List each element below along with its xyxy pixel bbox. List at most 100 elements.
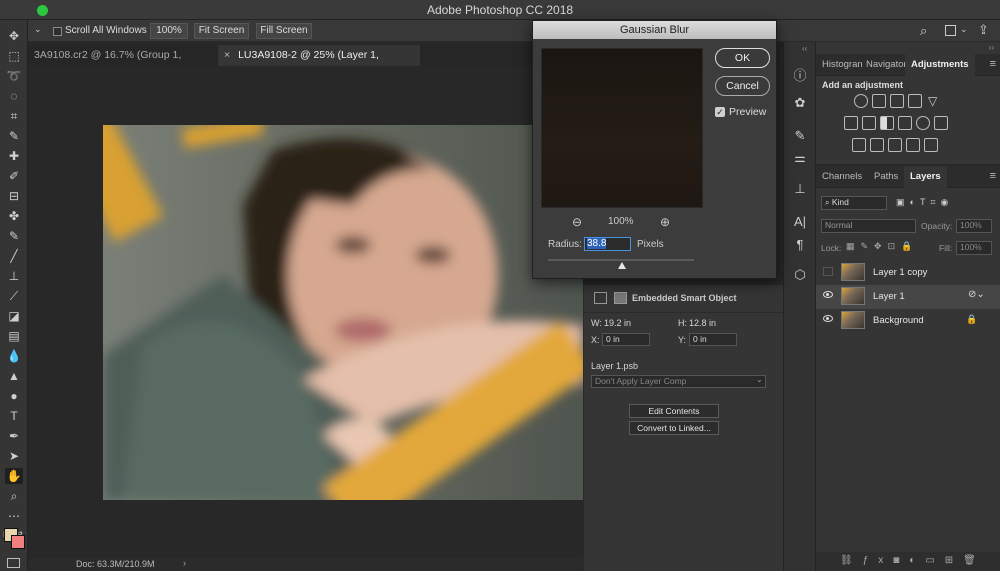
mask-icon[interactable] — [614, 292, 627, 304]
color-balance-icon[interactable] — [862, 116, 876, 130]
close-tab-icon[interactable]: × — [224, 49, 230, 61]
workspace-icon[interactable] — [945, 25, 956, 36]
tool-preset-chevron-icon[interactable]: ⌄ — [34, 24, 42, 35]
hand-tool-icon[interactable]: ✋ — [5, 468, 23, 484]
preview-checkbox[interactable]: ✓ — [715, 107, 725, 117]
fill-field[interactable]: 100% — [956, 241, 992, 255]
y-field[interactable]: 0 in — [689, 333, 737, 346]
path-selection-tool-icon[interactable]: ➤ — [5, 448, 23, 464]
lock-options-icons[interactable]: ▦✎✥⊡🔒 — [846, 241, 918, 252]
zoom-100-button[interactable]: 100% — [150, 23, 188, 39]
sliders-icon[interactable]: ⚌ — [791, 149, 809, 167]
brush-tool-icon[interactable]: ✐ — [5, 168, 23, 184]
layer-filter-icons[interactable]: ▣◐T⌗◉ — [896, 197, 996, 209]
zoom-tool-icon[interactable]: ⌕ — [5, 488, 23, 504]
clone-stamp-tool-icon[interactable]: ⊟ — [5, 188, 23, 204]
zoom-in-icon[interactable]: ⊕ — [660, 215, 670, 229]
layer-comp-select[interactable]: Don't Apply Layer Comp — [591, 375, 766, 388]
radius-input[interactable]: 38.8 — [584, 237, 631, 251]
eye-icon[interactable] — [823, 315, 833, 322]
gradient-map-icon[interactable] — [906, 138, 920, 152]
tab-paths[interactable]: Paths — [868, 166, 904, 188]
blur-preview[interactable] — [541, 48, 703, 208]
eye-icon[interactable] — [823, 291, 833, 298]
status-menu-chevron-icon[interactable]: › — [183, 558, 186, 568]
posterize-icon[interactable] — [870, 138, 884, 152]
info-icon[interactable]: ⓘ — [791, 65, 809, 83]
3d-icon[interactable]: ⬡ — [791, 266, 809, 284]
black-white-icon[interactable] — [880, 116, 894, 130]
threshold-icon[interactable] — [888, 138, 902, 152]
gradient-tool-icon[interactable]: ▤ — [5, 328, 23, 344]
zoom-out-icon[interactable]: ⊖ — [572, 215, 582, 229]
more-tools-icon[interactable]: ⋯ — [5, 508, 23, 524]
healing-brush-tool-icon[interactable]: ✚ — [5, 148, 23, 164]
x-field[interactable]: 0 in — [602, 333, 650, 346]
cancel-button[interactable]: Cancel — [715, 76, 770, 96]
invert-icon[interactable] — [852, 138, 866, 152]
dodge-tool-icon[interactable]: ● — [5, 388, 23, 404]
layer-row[interactable]: Layer 1 ⊘⌄ — [816, 285, 1000, 309]
selective-color-icon[interactable] — [924, 138, 938, 152]
collapse-panels-icon[interactable]: ‹‹ — [802, 44, 807, 53]
layer-row[interactable]: Layer 1 copy — [816, 261, 1000, 285]
move-tool-icon[interactable]: ✥ — [5, 28, 23, 44]
hue-saturation-icon[interactable] — [844, 116, 858, 130]
paragraph-icon[interactable]: ¶ — [791, 235, 809, 253]
tab-document-2[interactable]: × LU3A9108-2 @ 25% (Layer 1, RGB/8*) * — [218, 45, 420, 82]
history-brush-tool-icon[interactable]: ✤ — [5, 208, 23, 224]
search-icon[interactable]: ⌕ — [920, 23, 927, 39]
layer-name[interactable]: Background — [873, 315, 924, 326]
scroll-all-windows-checkbox[interactable] — [53, 27, 62, 36]
fill-screen-button[interactable]: Fill Screen — [256, 23, 312, 39]
channel-mixer-icon[interactable] — [916, 116, 930, 130]
eraser-tool-icon[interactable]: ✎ — [5, 228, 23, 244]
eraser-icon[interactable]: ◪ — [5, 308, 23, 324]
document-canvas-image[interactable] — [103, 125, 583, 500]
blend-mode-select[interactable]: Normal — [821, 219, 916, 233]
edit-contents-button[interactable]: Edit Contents — [629, 404, 719, 418]
pen-tool-icon[interactable]: ✒ — [5, 428, 23, 444]
quick-mask-icon[interactable] — [7, 558, 20, 568]
crop-tool-icon[interactable]: ⌗ — [5, 108, 23, 124]
layer-row[interactable]: Background 🔒 — [816, 309, 1000, 333]
tab-adjustments[interactable]: Adjustments — [905, 54, 975, 76]
marquee-tool-icon[interactable]: ⬚ — [5, 48, 23, 64]
photo-filter-icon[interactable] — [898, 116, 912, 130]
share-icon[interactable]: ⇪ — [978, 22, 989, 38]
filter-kind-select[interactable]: ⌕ Kind — [821, 196, 887, 210]
panel-menu-icon[interactable]: ≡ — [990, 170, 996, 182]
layer-name[interactable]: Layer 1 copy — [873, 267, 927, 278]
radius-slider-track[interactable] — [548, 259, 694, 261]
layer-name[interactable]: Layer 1 — [873, 291, 905, 302]
convert-to-linked-button[interactable]: Convert to Linked... — [629, 421, 719, 435]
curves-icon[interactable] — [890, 94, 904, 108]
brush-settings-icon[interactable]: ✎ — [791, 127, 809, 145]
radius-slider-thumb[interactable] — [618, 262, 626, 269]
opacity-field[interactable]: 100% — [956, 219, 992, 233]
ok-button[interactable]: OK — [715, 48, 770, 68]
type-tool-icon[interactable]: T — [5, 408, 23, 424]
height-value[interactable]: 12.8 in — [689, 318, 716, 328]
mixer-brush-tool-icon[interactable]: ⟋ — [5, 288, 23, 304]
tab-layers[interactable]: Layers — [904, 166, 947, 188]
lasso-tool-icon[interactable]: ➰ — [5, 68, 23, 84]
background-color-swatch[interactable] — [11, 535, 25, 549]
character-icon[interactable]: A| — [791, 212, 809, 230]
exposure-icon[interactable] — [908, 94, 922, 108]
brightness-contrast-icon[interactable] — [854, 94, 868, 108]
blur-tool-icon[interactable]: 💧 — [5, 348, 23, 364]
brush-alt-tool-icon[interactable]: ╱ — [5, 248, 23, 264]
sharpen-tool-icon[interactable]: ▲ — [5, 368, 23, 384]
color-palette-icon[interactable]: ✿ — [791, 94, 809, 112]
stamp-tool-icon[interactable]: ⊥ — [5, 268, 23, 284]
tab-document-1[interactable]: 3A9108.cr2 @ 16.7% (Group 1, RGB/8*) * — [28, 45, 218, 82]
levels-icon[interactable] — [872, 94, 886, 108]
clone-source-icon[interactable]: ⊥ — [791, 180, 809, 198]
tab-channels[interactable]: Channels — [816, 166, 868, 188]
visibility-toggle-off[interactable] — [823, 267, 833, 276]
vibrance-icon[interactable]: ▽ — [928, 94, 937, 108]
width-value[interactable]: 19.2 in — [604, 318, 631, 328]
color-lookup-icon[interactable] — [934, 116, 948, 130]
layer-actions-icons[interactable]: ⛓ƒx◙◐▭⊞🗑 — [840, 555, 986, 566]
